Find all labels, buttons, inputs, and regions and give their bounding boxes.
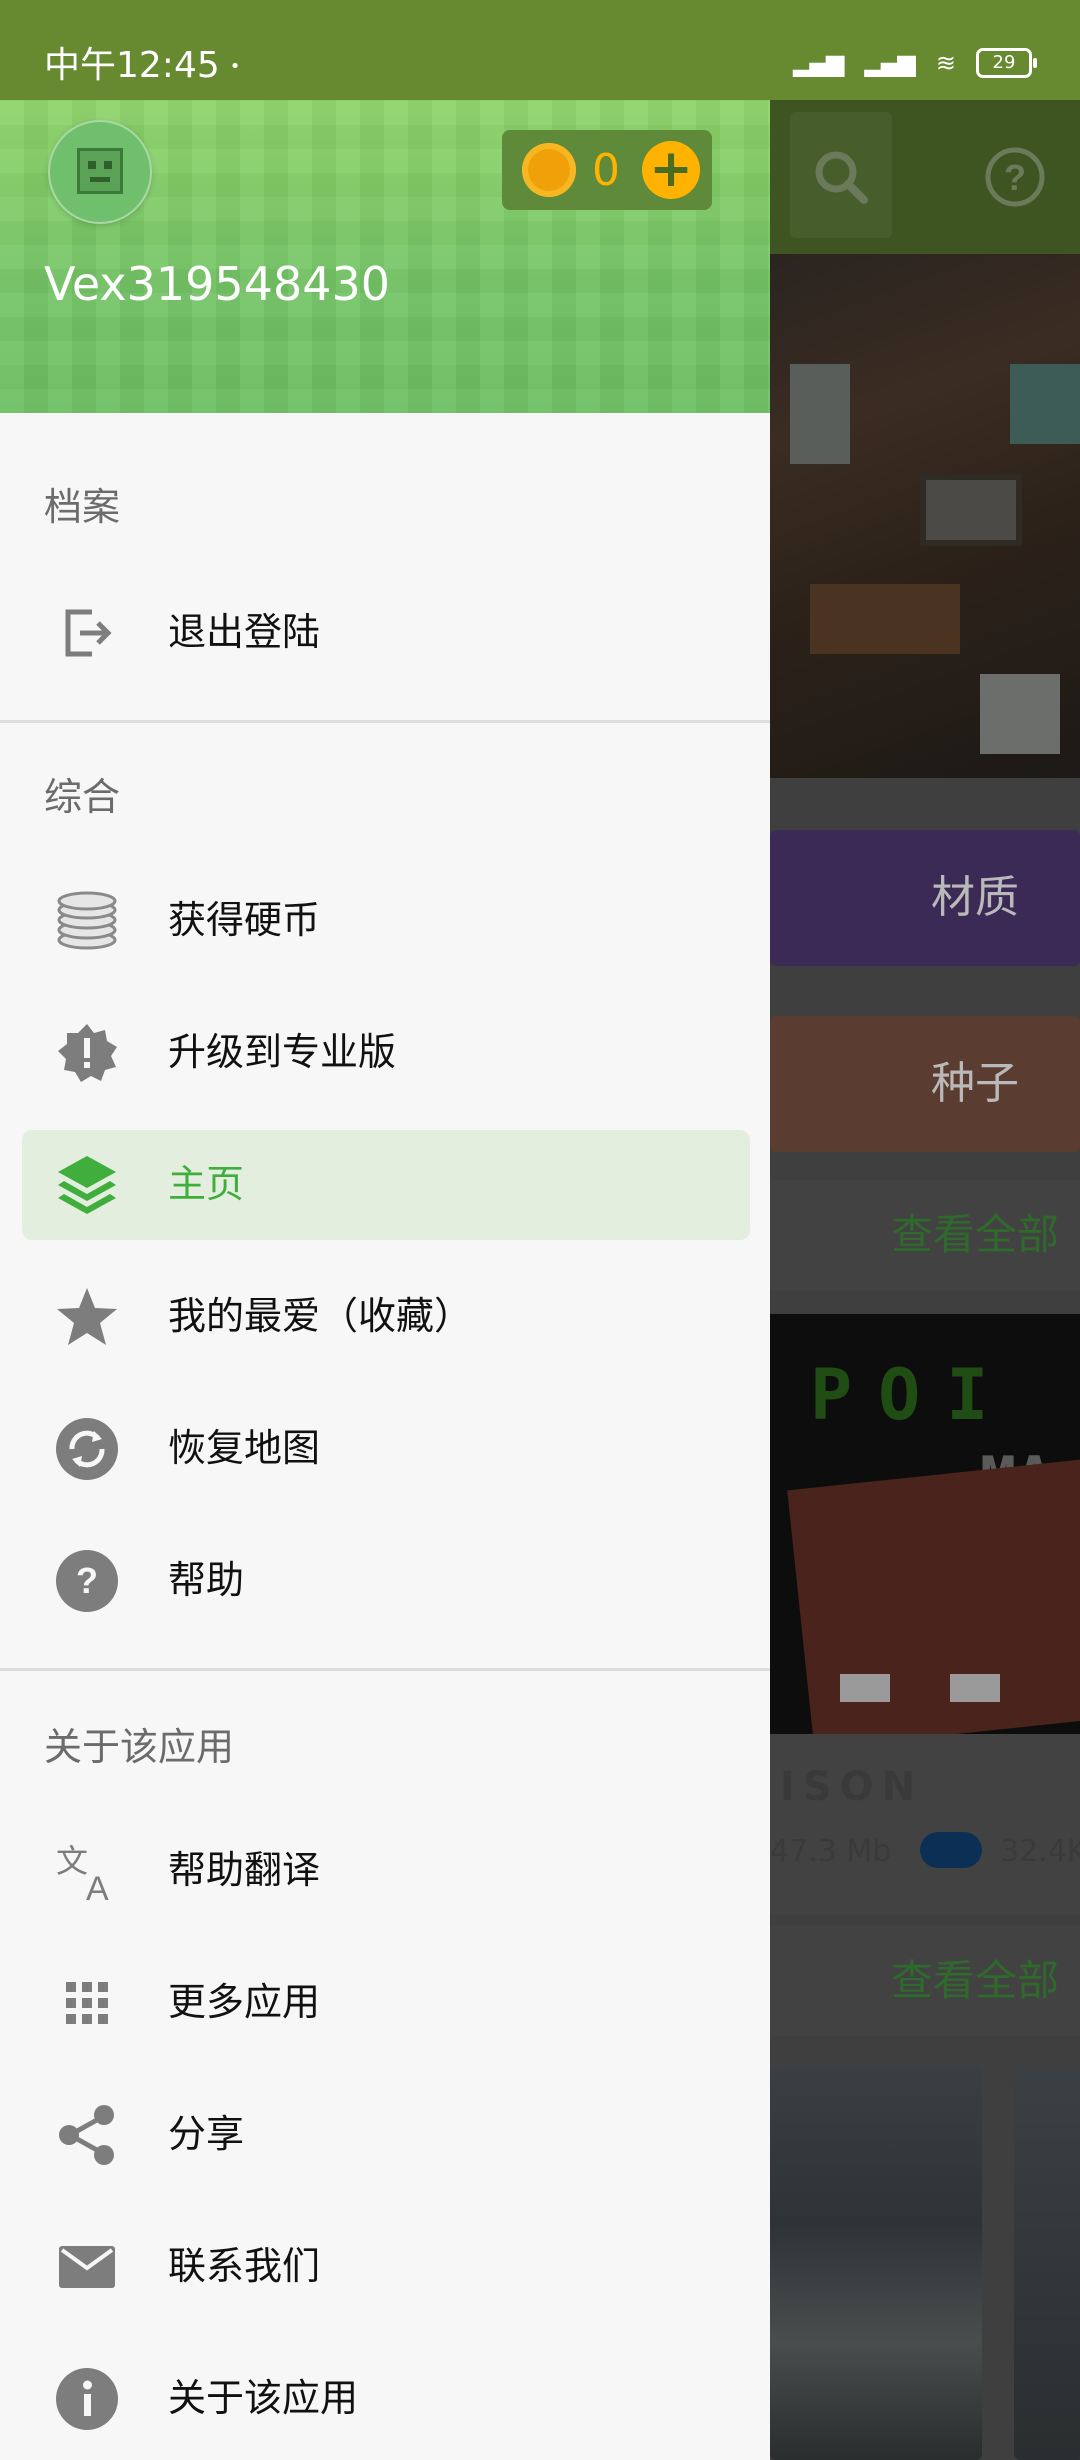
menu-item-label: 恢复地图: [168, 1426, 321, 1470]
menu-item-label: 升级到专业版: [168, 1030, 397, 1074]
coin-icon: [522, 143, 576, 197]
section-title-about: 关于该应用: [44, 1725, 235, 1769]
menu-item-label: 分享: [168, 2112, 245, 2156]
menu-item-logout[interactable]: 退出登陆: [22, 578, 750, 688]
menu-item-label: 更多应用: [168, 1980, 321, 2024]
menu-item-more-apps[interactable]: 更多应用: [22, 1948, 750, 2058]
battery-icon: 29: [976, 48, 1037, 78]
menu-item-label: 我的最爱（收藏）: [168, 1294, 473, 1338]
menu-item-label: 主页: [168, 1162, 245, 1206]
status-time-text: 中午12:45: [44, 45, 220, 86]
drawer-header: Vex319548430 0 +: [0, 100, 770, 413]
add-coins-button[interactable]: +: [642, 141, 700, 199]
menu-item-upgrade-pro[interactable]: 升级到专业版: [22, 998, 750, 1108]
menu-item-label: 退出登陆: [168, 610, 321, 654]
mail-icon: [59, 2246, 115, 2288]
divider: [0, 1668, 770, 1671]
coins-icon: [57, 891, 117, 950]
wifi-icon: ≋: [935, 49, 956, 77]
menu-item-label: 联系我们: [168, 2244, 321, 2288]
premium-badge-icon: [58, 1024, 117, 1082]
translate-icon: 文 A: [56, 1842, 109, 1904]
menu-item-help[interactable]: ? 帮助: [22, 1526, 750, 1636]
logout-icon: [65, 609, 112, 657]
avatar-face-icon: [77, 148, 123, 194]
coin-balance[interactable]: 0 +: [502, 130, 712, 210]
svg-text:文: 文: [56, 1842, 88, 1880]
section-title-general: 综合: [44, 775, 121, 819]
svg-text:?: ?: [76, 1560, 98, 1601]
navigation-drawer: Vex319548430 0 + 档案 退出登陆 综合 获得硬币 升级到专业版 …: [0, 0, 770, 2460]
menu-item-favorites[interactable]: 我的最爱（收藏）: [22, 1262, 750, 1372]
menu-item-restore-map[interactable]: 恢复地图: [22, 1394, 750, 1504]
menu-item-label: 获得硬币: [168, 898, 321, 942]
status-icons: ▂▄▆ ▂▄▆ ≋ 29: [793, 48, 1037, 78]
menu-item-contact[interactable]: 联系我们: [22, 2212, 750, 2322]
status-bar: 中午12:45 • ▂▄▆ ▂▄▆ ≋ 29: [0, 0, 1080, 100]
divider: [0, 720, 770, 723]
star-icon: [57, 1288, 117, 1345]
signal-icon: ▂▄▆: [793, 49, 844, 77]
signal-2-icon: ▂▄▆: [864, 49, 916, 77]
username: Vex319548430: [44, 257, 391, 311]
svg-text:A: A: [86, 1870, 109, 1904]
menu-item-about[interactable]: 关于该应用: [22, 2344, 750, 2454]
apps-grid-icon: [66, 1982, 108, 2024]
menu-item-label: 帮助: [168, 1558, 245, 1602]
menu-item-home[interactable]: 主页: [22, 1130, 750, 1240]
menu-item-help-translate[interactable]: 文 A 帮助翻译: [22, 1816, 750, 1926]
sync-icon: [56, 1418, 118, 1480]
menu-item-share[interactable]: 分享: [22, 2080, 750, 2190]
avatar[interactable]: [48, 120, 152, 224]
help-icon: ?: [56, 1550, 118, 1612]
notification-dot-icon: •: [229, 56, 241, 77]
share-icon: [59, 2105, 114, 2165]
drawer-scrim[interactable]: [770, 100, 1080, 2460]
menu-item-label: 关于该应用: [168, 2376, 359, 2420]
info-icon: [56, 2368, 118, 2430]
coin-count: 0: [592, 144, 620, 196]
menu-item-label: 帮助翻译: [168, 1848, 321, 1892]
layers-icon: [58, 1156, 116, 1214]
menu-item-get-coins[interactable]: 获得硬币: [22, 866, 750, 976]
section-title-profile: 档案: [44, 485, 121, 529]
status-time: 中午12:45 •: [44, 44, 240, 89]
